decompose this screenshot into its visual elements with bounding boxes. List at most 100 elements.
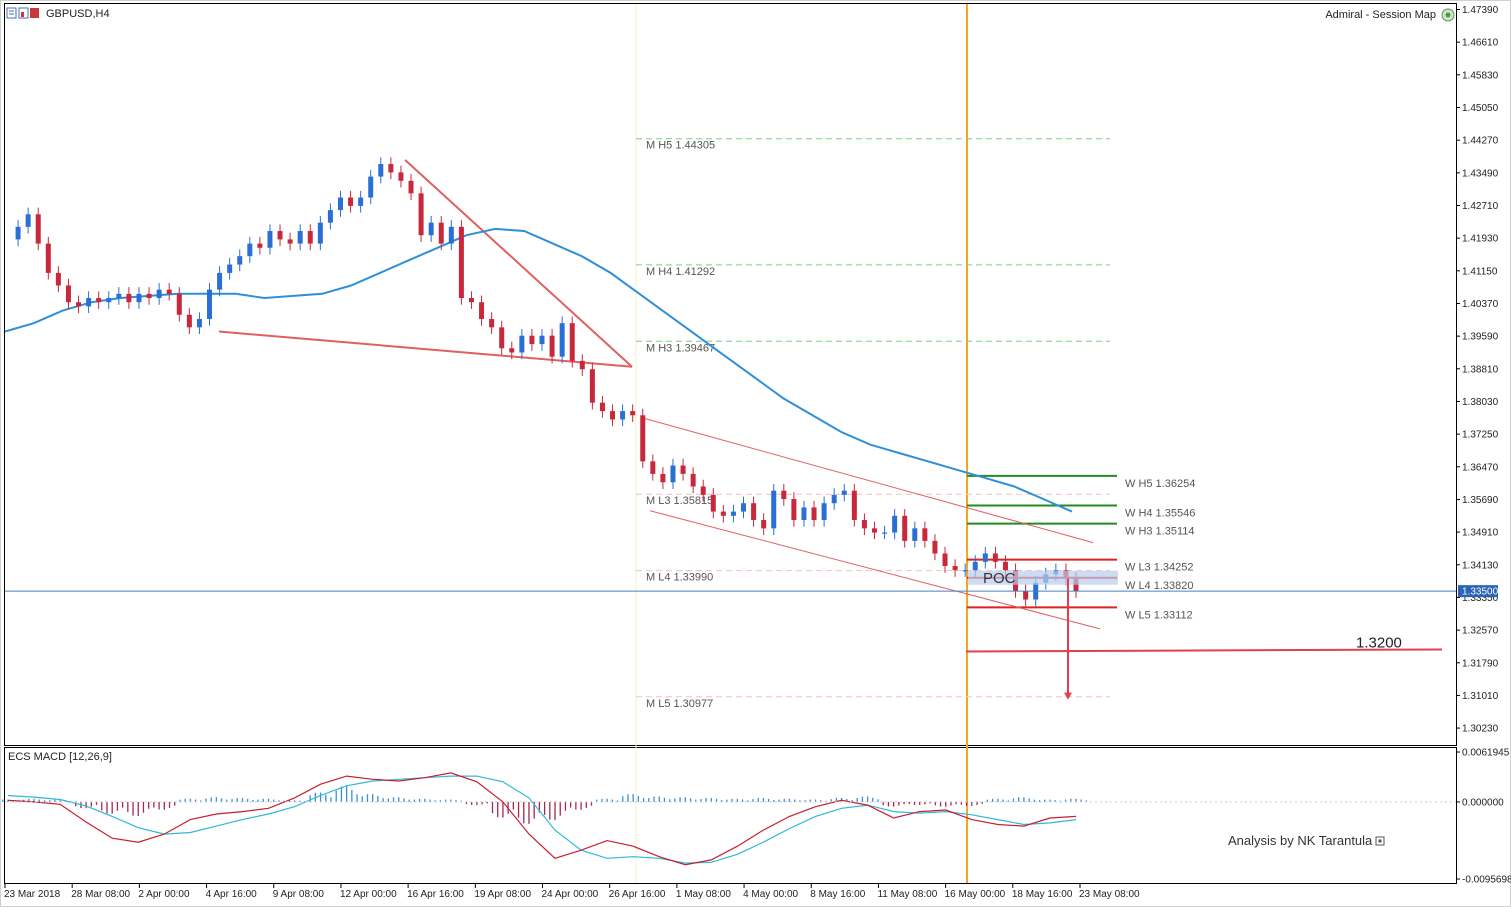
x-tick-label: 11 May 08:00 [877, 889, 937, 900]
y-tick-label: 1.45050 [1462, 103, 1499, 114]
weekly-level-label: W L4 1.33820 [1125, 580, 1194, 592]
x-tick-label: 19 Apr 08:00 [474, 889, 531, 900]
x-tick-label: 2 Apr 00:00 [138, 889, 190, 900]
y-tick-label: 1.46610 [1462, 38, 1499, 49]
candle-body [378, 164, 384, 177]
candle-body [801, 507, 807, 520]
candle-body [589, 369, 595, 403]
candle-body [882, 532, 888, 534]
candle-body [509, 348, 515, 353]
candle-body [277, 231, 283, 240]
candle-body [55, 272, 61, 286]
candle-body [267, 231, 273, 248]
x-tick-label: 18 May 16:00 [1012, 889, 1073, 900]
candle-body [428, 222, 434, 236]
candle-body [257, 243, 263, 248]
candle-body [86, 298, 92, 307]
candle-body [106, 298, 112, 303]
y-tick-label: 1.45830 [1462, 70, 1499, 81]
candle-body [489, 318, 495, 328]
monthly-level-label: M H4 1.41292 [646, 266, 715, 278]
chart-canvas[interactable]: M H5 1.44305M H4 1.41292M H3 1.39467M L3… [0, 0, 1511, 907]
symbol-title: GBPUSD,H4 [46, 8, 110, 20]
candle-body [388, 164, 394, 173]
candle-body [892, 515, 898, 533]
candle-body [952, 566, 958, 571]
x-tick-label: 8 May 16:00 [810, 889, 865, 900]
candle-body [166, 289, 172, 294]
candle-body [670, 465, 676, 483]
macd-title: ECS MACD [12,26,9] [8, 751, 112, 763]
y-tick-label: 1.34130 [1462, 560, 1499, 571]
session-map-icon[interactable] [1441, 8, 1455, 22]
macd-y-tick-label: -0.0095698 [1462, 875, 1511, 886]
x-tick-label: 16 Apr 16:00 [407, 889, 464, 900]
x-tick-label: 12 Apr 00:00 [340, 889, 397, 900]
candle-body [499, 327, 505, 349]
candle-body [700, 486, 706, 495]
chart-type-icon[interactable] [6, 7, 17, 19]
timeframe-icon[interactable] [30, 8, 39, 18]
y-tick-label: 1.32570 [1462, 626, 1499, 637]
window-border [0, 0, 1511, 907]
candle-body [96, 298, 102, 303]
candle-body [458, 226, 464, 299]
candle-body [116, 293, 122, 299]
x-tick-label: 1 May 08:00 [676, 889, 731, 900]
chart-window: M H5 1.44305 M H4 1.41292 M H3 1.39467 M L3… [0, 0, 1511, 907]
candle-body [962, 570, 968, 572]
candle-body [640, 415, 646, 462]
candle-body [741, 503, 747, 512]
x-tick-label: 4 Apr 16:00 [206, 889, 258, 900]
candle-body [348, 197, 354, 206]
x-tick-label: 23 May 08:00 [1079, 889, 1140, 900]
candle-body [902, 515, 908, 541]
weekly-level-label: W H4 1.35546 [1125, 507, 1195, 519]
macd-y-tick-label: 0.0061945 [1462, 748, 1510, 759]
candle-body [549, 335, 555, 357]
x-tick-label: 28 Mar 08:00 [71, 889, 130, 900]
y-tick-label: 1.41150 [1462, 266, 1498, 277]
poc-label: POC [983, 570, 1016, 587]
x-tick-label: 16 May 00:00 [945, 889, 1006, 900]
y-tick-label: 1.35690 [1462, 495, 1499, 506]
weekly-level-label: W L5 1.33112 [1125, 609, 1193, 621]
candle-body [791, 499, 797, 520]
credit-close-icon[interactable] [1375, 836, 1385, 846]
symbol-header[interactable]: GBPUSD,H4 [6, 7, 110, 20]
y-tick-label: 1.30230 [1462, 724, 1499, 735]
candle-body [982, 553, 988, 562]
monthly-level-label: M L4 1.33990 [646, 572, 713, 584]
candle-body [871, 528, 877, 533]
monthly-level-label: M H3 1.39467 [646, 342, 715, 354]
candle-body [781, 490, 787, 500]
y-tick-label: 1.31010 [1462, 691, 1499, 702]
candle-body [25, 214, 31, 227]
y-tick-label: 1.44270 [1462, 136, 1499, 147]
candle-body [720, 511, 726, 516]
candle-body [630, 411, 636, 416]
candle-body [358, 197, 364, 206]
candle-body [650, 461, 656, 474]
candle-body [861, 519, 867, 529]
candle-body [176, 293, 182, 315]
candle-body [65, 285, 71, 303]
candle-body [519, 335, 525, 353]
y-tick-label: 1.39590 [1462, 332, 1499, 343]
session-map-label: Admiral - Session Map [1325, 9, 1436, 21]
y-tick-label: 1.41930 [1462, 234, 1499, 245]
candle-body [247, 243, 253, 257]
candle-body [196, 318, 202, 328]
candle-body [771, 490, 777, 529]
candle-body [418, 193, 424, 236]
monthly-level-label: M H5 1.44305 [646, 140, 715, 152]
candle-body [479, 302, 485, 319]
x-tick-label: 4 May 00:00 [743, 889, 798, 900]
candle-body [710, 494, 716, 512]
candle-body [287, 239, 293, 244]
candle-body [841, 490, 847, 495]
candle-body [922, 528, 928, 541]
candle-body [811, 507, 817, 520]
candle-body [992, 553, 998, 562]
target-label: 1.3200 [1356, 634, 1402, 651]
